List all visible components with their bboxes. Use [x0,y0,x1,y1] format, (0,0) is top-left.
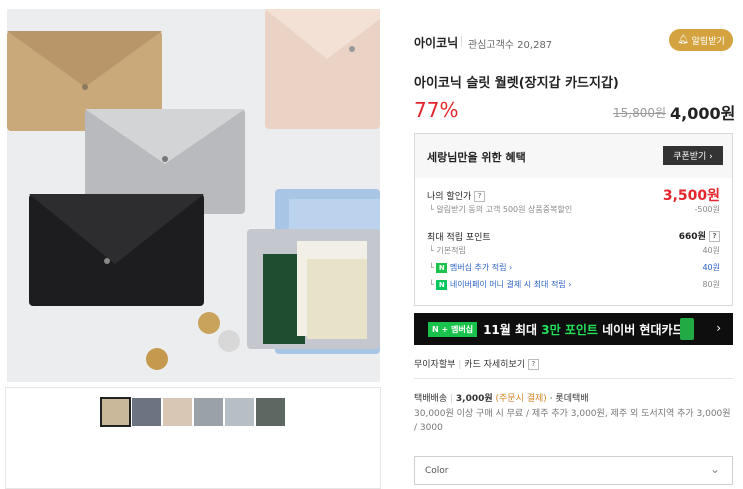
shipping-info: 택배배송 | 3,000원 (주문시 결제) · 롯데택배 [414,394,589,404]
divider [414,378,733,379]
benefit-header: 세랑님만을 위한 혜택 쿠폰받기 › [415,134,732,178]
banner-text: 11월 최대 3만 포인트 네이버 현대카드 [483,322,684,337]
alarm-button-label: 알림받기 [691,36,725,47]
points-membership-value: 40원 [702,263,720,272]
benefit-title: 세랑님만을 위한 혜택 [427,151,526,164]
product-image [7,9,380,382]
my-price-label-row: 나의 할인가 ? [427,189,486,202]
my-price-sub: └ 알림받기 동의 고객 500원 상품중복할인 [429,205,573,214]
thumbnail-1[interactable] [100,397,131,427]
points-total: 660원 [678,232,706,242]
points-basic: └ 기본적립 [429,246,466,255]
color-select[interactable]: Color ⌄ [414,456,733,485]
naverpay-icon: N [436,279,448,290]
store-name[interactable]: 아이코닉 [414,34,458,51]
my-price-label: 나의 할인가 [427,192,472,202]
installment-row: 무이자할부 | 카드 자세히보기 ? [414,357,539,370]
card-banner[interactable]: N + 멤버십 11월 최대 3만 포인트 네이버 현대카드 › [414,313,733,345]
my-price: 3,500원 [662,188,720,204]
thumbnail-2[interactable] [132,398,161,426]
color-select-label: Color [425,466,449,476]
thumbnail-3[interactable] [163,398,192,426]
sale-price: 4,000원 [670,104,736,123]
help-icon[interactable]: ? [474,191,486,202]
points-label: 최대 적립 포인트 [427,233,491,243]
points-total-row: 660원 ? [679,229,720,242]
benefit-box: 세랑님만을 위한 혜택 쿠폰받기 › 나의 할인가 ? 3,500원 └ 알림받… [414,133,733,306]
installment-label: 무이자할부 [414,360,456,370]
original-price: 15,800원 [613,106,667,120]
discount-rate: 77% [414,98,459,122]
points-membership[interactable]: └ N 멤버십 추가 적립 › [429,262,512,273]
help-icon[interactable]: ? [709,231,720,242]
credit-card-icon [680,318,694,340]
my-price-diff: -500원 [694,205,720,214]
thumbnail-4[interactable] [194,398,223,426]
interest-count: 관심고객수 20,287 [468,40,553,51]
product-title: 아이코닉 슬릿 월렛(장지갑 카드지갑) [414,76,619,91]
divider [461,36,462,47]
card-detail-link[interactable]: 카드 자세히보기 [464,360,525,370]
points-naverpay[interactable]: └ N 네이버페이 머니 결제 시 최대 적립 › [429,279,571,290]
points-basic-value: 40원 [702,246,720,255]
bell-icon: 🔔︎ [677,35,689,45]
thumbnail-strip [5,387,381,435]
naver-plus-icon: N [436,262,448,273]
help-icon[interactable]: ? [527,359,539,370]
coupon-button[interactable]: 쿠폰받기 › [663,146,723,165]
chevron-right-icon: › [716,321,721,335]
membership-badge: N + 멤버십 [428,321,478,337]
thumbnail-5[interactable] [225,398,254,426]
image-panel-footer [5,435,381,489]
alarm-button[interactable]: 🔔︎ 알림받기 [669,29,733,51]
shipping-detail: 30,000원 이상 구매 시 무료 / 제주 추가 3,000원, 제주 외 … [414,409,731,433]
chevron-down-icon: ⌄ [709,462,720,476]
points-naverpay-value: 80원 [702,280,720,289]
thumbnail-6[interactable] [256,398,285,426]
